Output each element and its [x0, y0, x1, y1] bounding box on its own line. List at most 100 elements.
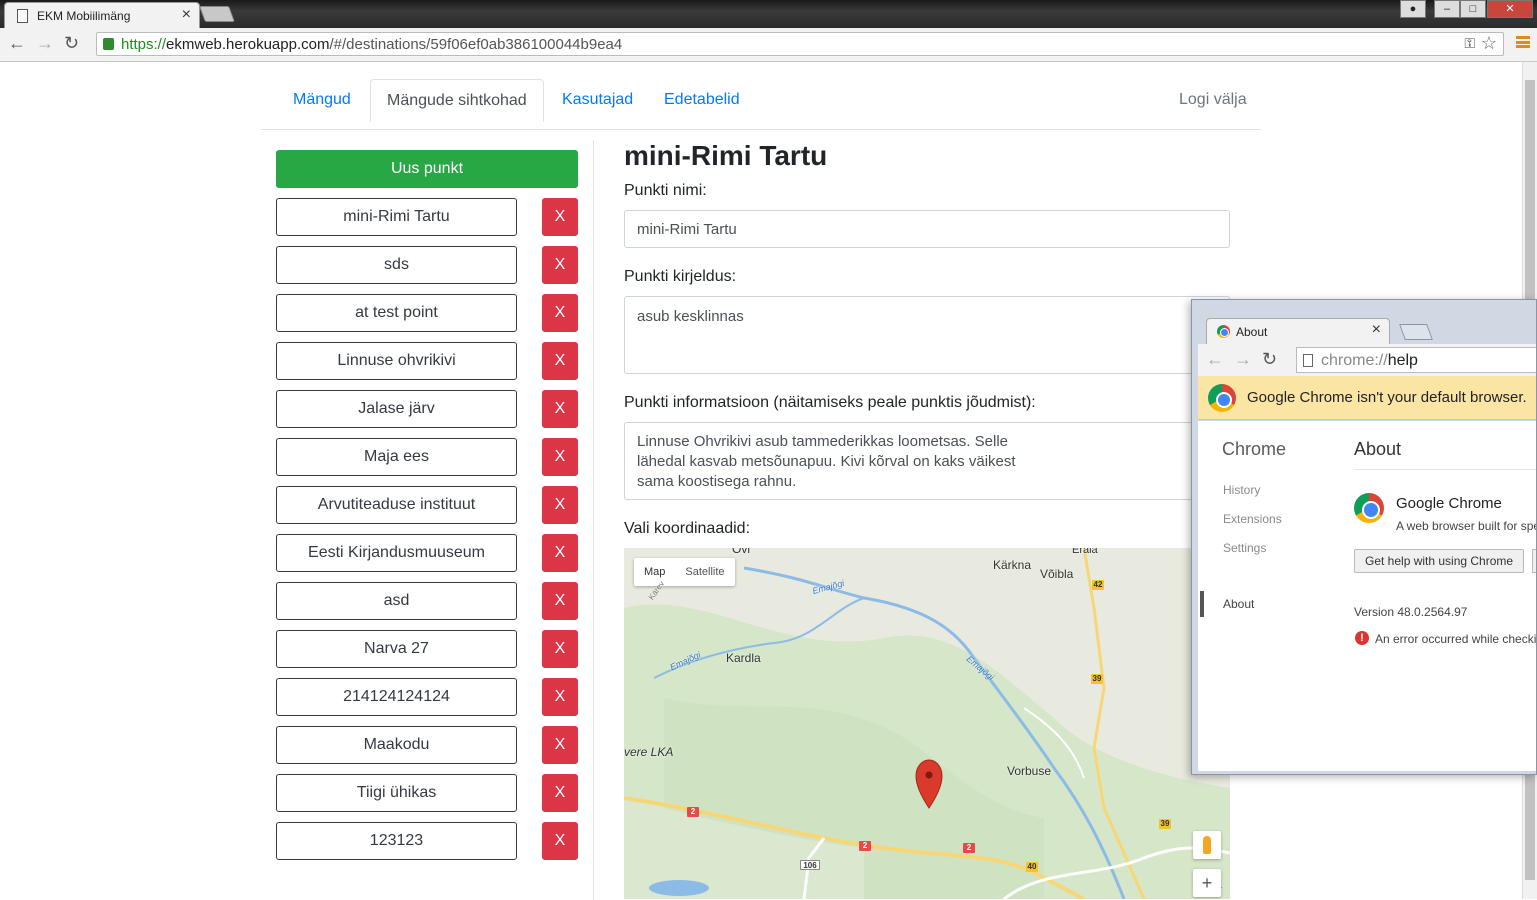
map-place-label: Kardla: [726, 651, 761, 665]
road-shield: 2: [963, 843, 975, 853]
map-type-control: Map Satellite: [634, 558, 735, 586]
coordinates-map[interactable]: Map Satellite Ovi Eraia Kärkna Võibla Kar…: [624, 548, 1230, 899]
zoom-in-button[interactable]: +: [1193, 869, 1221, 897]
point-select-button[interactable]: Tiigi ühikas: [276, 774, 517, 812]
about-tab[interactable]: About ×: [1206, 318, 1390, 344]
map-type-satellite-button[interactable]: Satellite: [675, 558, 734, 586]
menu-icon[interactable]: [1516, 36, 1530, 48]
description-field[interactable]: asub kesklinnas: [624, 296, 1230, 374]
close-window-button[interactable]: ✕: [1487, 0, 1533, 18]
delete-point-button[interactable]: X: [542, 198, 578, 236]
logout-link[interactable]: Logi välja: [1179, 79, 1247, 121]
about-sidebar-title: Chrome: [1222, 439, 1287, 459]
chrome-logo-icon: [1217, 325, 1230, 338]
chrome-logo-icon: [1354, 493, 1384, 523]
about-chrome-window: About × ← → ↻ chrome://help Google Chrom…: [1191, 299, 1537, 775]
delete-point-button[interactable]: X: [542, 774, 578, 812]
report-issue-button[interactable]: [1532, 549, 1536, 573]
tab-close-icon[interactable]: ×: [182, 6, 191, 24]
main-nav-tabs: Mängud Mängude sihtkohad Kasutajad Edeta…: [261, 79, 1261, 130]
star-icon[interactable]: ☆: [1481, 33, 1497, 54]
delete-point-button[interactable]: X: [542, 294, 578, 332]
list-item: Jalase järv X: [276, 390, 578, 428]
point-select-button[interactable]: Linnuse ohvrikivi: [276, 342, 517, 380]
delete-point-button[interactable]: X: [542, 822, 578, 860]
window-titlebar: EKM Mobiilimäng × ● – □ ✕: [0, 0, 1537, 28]
forward-icon[interactable]: →: [36, 33, 54, 54]
back-icon[interactable]: ←: [8, 33, 26, 54]
column-divider: [593, 140, 594, 900]
map-place-label: Ovi: [732, 548, 750, 556]
address-bar[interactable]: https://ekmweb.herokuapp.com/#/destinati…: [96, 32, 1504, 56]
delete-point-button[interactable]: X: [542, 390, 578, 428]
delete-point-button[interactable]: X: [542, 246, 578, 284]
info-line: Linnuse Ohvrikivi asub tammederikkas loo…: [637, 433, 1008, 450]
reload-icon[interactable]: ↻: [64, 33, 79, 54]
list-item: asd X: [276, 582, 578, 620]
point-select-button[interactable]: Maakodu: [276, 726, 517, 764]
list-item: Narva 27 X: [276, 630, 578, 668]
point-select-button[interactable]: sds: [276, 246, 517, 284]
key-icon[interactable]: ⚿: [1464, 35, 1475, 52]
point-select-button[interactable]: mini-Rimi Tartu: [276, 198, 517, 236]
point-select-button[interactable]: Jalase järv: [276, 390, 517, 428]
sidebar-item-history[interactable]: History: [1223, 483, 1260, 497]
coordinates-label: Vali koordinaadid:: [624, 520, 751, 537]
about-new-tab-button[interactable]: [1399, 324, 1433, 340]
name-field[interactable]: mini-Rimi Tartu: [624, 210, 1230, 248]
doc-icon: [1303, 354, 1313, 367]
minimize-button[interactable]: –: [1434, 0, 1460, 18]
name-label: Punkti nimi:: [624, 182, 707, 199]
user-icon[interactable]: ●: [1400, 0, 1426, 18]
point-select-button[interactable]: 214124124124: [276, 678, 517, 716]
point-select-button[interactable]: asd: [276, 582, 517, 620]
list-item: Eesti Kirjandusmuuseum X: [276, 534, 578, 572]
street-view-pegman-icon[interactable]: [1193, 831, 1221, 859]
list-item: 214124124124 X: [276, 678, 578, 716]
maximize-button[interactable]: □: [1460, 0, 1486, 18]
page-title: mini-Rimi Tartu: [624, 140, 828, 171]
map-place-label: Kärkna: [993, 558, 1032, 572]
about-address-bar[interactable]: chrome://help: [1296, 347, 1536, 373]
point-select-button[interactable]: Eesti Kirjandusmuuseum: [276, 534, 517, 572]
sidebar-item-about[interactable]: About: [1223, 597, 1254, 611]
point-select-button[interactable]: at test point: [276, 294, 517, 332]
sidebar-item-settings[interactable]: Settings: [1223, 541, 1266, 555]
new-point-button[interactable]: Uus punkt: [276, 150, 578, 188]
browser-toolbar: ← → ↻ https://ekmweb.herokuapp.com/#/des…: [0, 28, 1537, 62]
about-url-text[interactable]: chrome://help: [1321, 352, 1418, 370]
delete-point-button[interactable]: X: [542, 582, 578, 620]
tab-destinations[interactable]: Mängude sihtkohad: [370, 79, 544, 122]
delete-point-button[interactable]: X: [542, 534, 578, 572]
delete-point-button[interactable]: X: [542, 678, 578, 716]
list-item: sds X: [276, 246, 578, 284]
point-select-button[interactable]: Narva 27: [276, 630, 517, 668]
info-field[interactable]: Linnuse Ohvrikivi asub tammederikkas loo…: [624, 422, 1230, 500]
update-error-text: An error occurred while checki: [1375, 632, 1537, 646]
url-text[interactable]: https://ekmweb.herokuapp.com/#/destinati…: [121, 36, 622, 53]
delete-point-button[interactable]: X: [542, 726, 578, 764]
map-type-map-button[interactable]: Map: [634, 558, 675, 586]
get-help-button[interactable]: Get help with using Chrome: [1354, 549, 1525, 573]
browser-tab[interactable]: EKM Mobiilimäng ×: [4, 2, 200, 28]
delete-point-button[interactable]: X: [542, 438, 578, 476]
point-select-button[interactable]: Maja ees: [276, 438, 517, 476]
tab-leaderboards[interactable]: Edetabelid: [648, 79, 756, 121]
road-shield: 2: [687, 807, 699, 817]
forward-icon[interactable]: →: [1234, 349, 1252, 370]
point-select-button[interactable]: 123123: [276, 822, 517, 860]
tab-games[interactable]: Mängud: [277, 79, 367, 121]
heading-divider: [1354, 469, 1536, 470]
about-tab-close-icon[interactable]: ×: [1372, 321, 1381, 339]
road-shield: 39: [1091, 674, 1103, 684]
list-item: Tiigi ühikas X: [276, 774, 578, 812]
back-icon[interactable]: ←: [1206, 349, 1224, 370]
new-tab-button[interactable]: [199, 6, 235, 22]
sidebar-item-extensions[interactable]: Extensions: [1223, 512, 1282, 526]
point-select-button[interactable]: Arvutiteaduse instituut: [276, 486, 517, 524]
reload-icon[interactable]: ↻: [1262, 349, 1277, 370]
tab-users[interactable]: Kasutajad: [546, 79, 649, 121]
delete-point-button[interactable]: X: [542, 342, 578, 380]
delete-point-button[interactable]: X: [542, 486, 578, 524]
delete-point-button[interactable]: X: [542, 630, 578, 668]
